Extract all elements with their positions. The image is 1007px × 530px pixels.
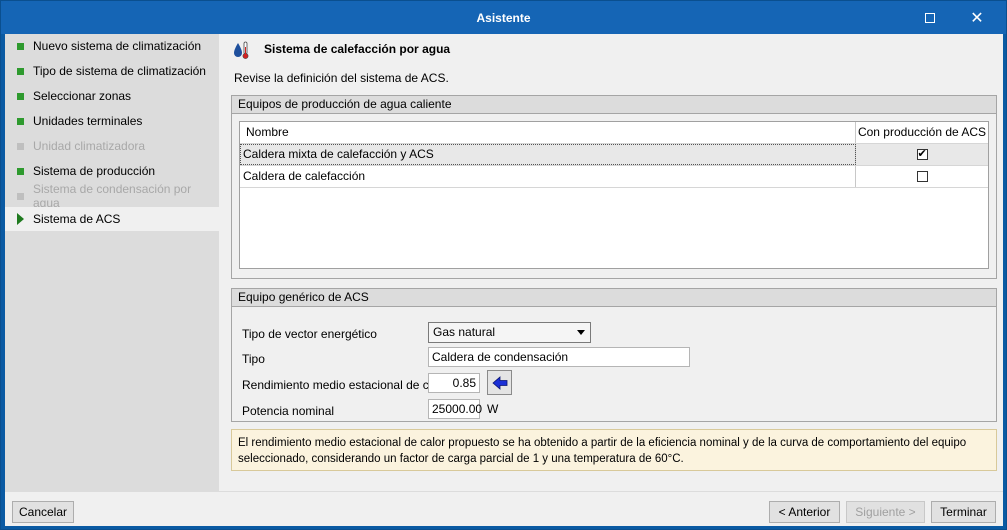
vector-select-value: Gas natural — [433, 325, 496, 339]
step-done-icon — [17, 67, 24, 75]
step-item[interactable]: Seleccionar zonas — [5, 84, 219, 108]
step-label: Seleccionar zonas — [33, 89, 132, 103]
step-done-icon — [17, 92, 24, 100]
client-area: Nuevo sistema de climatización Tipo de s… — [5, 34, 1003, 526]
maximize-icon — [925, 13, 935, 23]
equipment-group: Equipos de producción de agua caliente N… — [231, 95, 997, 279]
step-done-icon — [17, 42, 24, 50]
chevron-down-icon — [577, 330, 585, 335]
column-header-name[interactable]: Nombre — [240, 122, 856, 143]
potencia-label: Potencia nominal — [242, 404, 335, 418]
step-label: Unidades terminales — [33, 114, 143, 128]
table-header-row: Nombre Con producción de ACS — [240, 122, 988, 144]
step-label: Sistema de producción — [33, 164, 156, 178]
window-title: Asistente — [476, 11, 531, 25]
current-step-arrow-icon — [17, 213, 24, 225]
potencia-unit: W — [487, 402, 499, 416]
step-label: Tipo de sistema de climatización — [33, 64, 206, 78]
equipment-table: Nombre Con producción de ACS Caldera mix… — [239, 121, 989, 269]
step-label: Unidad climatizadora — [33, 139, 146, 153]
footer-bar: Cancelar < Anterior Siguiente > Terminar — [5, 491, 1003, 526]
step-disabled-icon — [17, 142, 24, 150]
rendimiento-label: Rendimiento medio estacional de calor — [242, 378, 449, 392]
generic-acs-group: Equipo genérico de ACS Tipo de vector en… — [231, 288, 997, 422]
step-done-icon — [17, 117, 24, 125]
tipo-label: Tipo — [242, 352, 265, 366]
step-item-current[interactable]: Sistema de ACS — [5, 207, 219, 231]
title-bar: Asistente ✕ — [1, 1, 1006, 34]
cancel-button[interactable]: Cancelar — [12, 501, 74, 523]
tipo-field[interactable]: Caldera de condensación — [428, 347, 690, 367]
step-item[interactable]: Sistema de producción — [5, 159, 219, 183]
step-label: Sistema de condensación por agua — [33, 182, 192, 210]
water-heating-icon — [234, 41, 249, 59]
equipment-name-cell[interactable]: Caldera de calefacción — [240, 166, 856, 187]
potencia-field[interactable]: 25000.00 — [428, 399, 482, 419]
previous-button[interactable]: < Anterior — [769, 501, 840, 523]
main-panel: Sistema de calefacción por agua Revise l… — [219, 34, 1003, 491]
acs-checkbox[interactable] — [916, 171, 928, 183]
rendimiento-field[interactable]: 0.85 — [428, 373, 480, 393]
vector-label: Tipo de vector energético — [242, 327, 377, 341]
table-row[interactable]: Caldera de calefacción — [240, 166, 988, 188]
close-button[interactable]: ✕ — [956, 5, 998, 31]
equipment-group-title: Equipos de producción de agua caliente — [232, 96, 996, 114]
step-disabled-icon — [17, 192, 24, 200]
arrow-left-icon — [491, 375, 507, 390]
step-item-disabled: Sistema de condensación por agua — [5, 182, 219, 210]
apply-rendimiento-button[interactable] — [487, 370, 512, 395]
acs-cell — [856, 166, 988, 187]
maximize-button[interactable] — [909, 5, 951, 31]
column-header-acs[interactable]: Con producción de ACS — [856, 122, 988, 143]
step-done-icon — [17, 167, 24, 175]
finish-button[interactable]: Terminar — [931, 501, 996, 523]
table-row[interactable]: Caldera mixta de calefacción y ACS — [240, 144, 988, 166]
equipment-name-cell[interactable]: Caldera mixta de calefacción y ACS — [240, 144, 856, 165]
steps-sidebar: Nuevo sistema de climatización Tipo de s… — [5, 34, 219, 491]
page-subtitle: Revise la definición del sistema de ACS. — [234, 71, 449, 85]
step-label: Nuevo sistema de climatización — [33, 39, 202, 53]
step-item-disabled: Unidad climatizadora — [5, 134, 219, 158]
acs-checkbox[interactable] — [916, 147, 928, 161]
step-label: Sistema de ACS — [33, 212, 121, 226]
acs-cell — [856, 144, 988, 165]
page-title: Sistema de calefacción por agua — [264, 42, 451, 56]
close-icon: ✕ — [970, 10, 984, 27]
generic-acs-group-title: Equipo genérico de ACS — [232, 289, 996, 307]
step-item[interactable]: Tipo de sistema de climatización — [5, 59, 219, 83]
vector-select[interactable]: Gas natural — [428, 322, 591, 343]
info-note: El rendimiento medio estacional de calor… — [231, 429, 997, 471]
step-item[interactable]: Nuevo sistema de climatización — [5, 34, 219, 58]
wizard-window: Asistente ✕ Nuevo sistema de climatizaci… — [0, 0, 1007, 530]
step-item[interactable]: Unidades terminales — [5, 109, 219, 133]
next-button: Siguiente > — [846, 501, 925, 523]
